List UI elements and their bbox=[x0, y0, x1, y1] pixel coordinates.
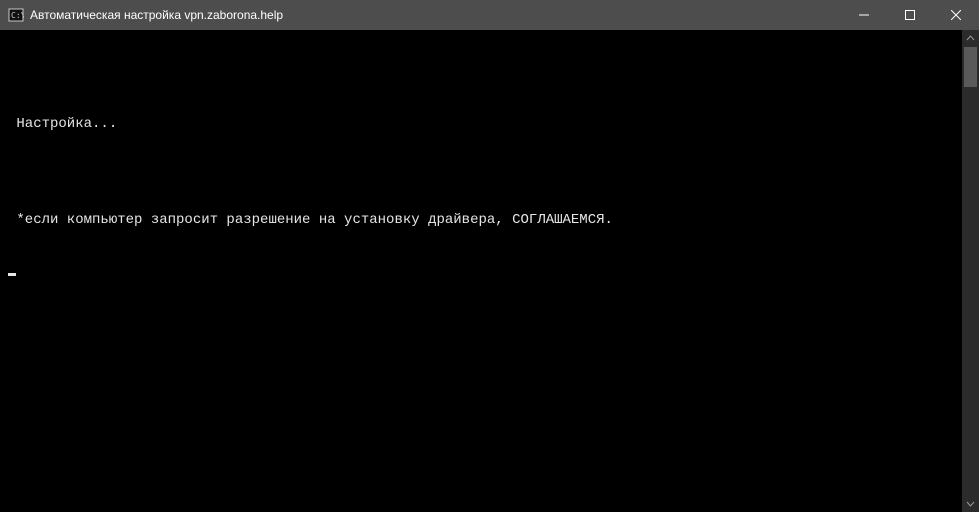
console-line bbox=[8, 68, 962, 84]
window-controls bbox=[841, 0, 979, 30]
console-line: *если компьютер запросит разрешение на у… bbox=[8, 212, 962, 228]
console-line bbox=[8, 260, 962, 276]
text-cursor bbox=[8, 273, 16, 276]
console-line: Настройка... bbox=[8, 116, 962, 132]
command-prompt-window: C:\ Автоматическая настройка vpn.zaboron… bbox=[0, 0, 979, 512]
window-title: Автоматическая настройка vpn.zaborona.he… bbox=[30, 8, 283, 22]
maximize-button[interactable] bbox=[887, 0, 933, 30]
client-area: Настройка... *если компьютер запросит ра… bbox=[0, 30, 979, 512]
scroll-up-button[interactable] bbox=[962, 30, 979, 47]
console-line bbox=[8, 164, 962, 180]
close-button[interactable] bbox=[933, 0, 979, 30]
scroll-down-button[interactable] bbox=[962, 495, 979, 512]
svg-text:C:\: C:\ bbox=[11, 11, 24, 20]
titlebar[interactable]: C:\ Автоматическая настройка vpn.zaboron… bbox=[0, 0, 979, 30]
minimize-button[interactable] bbox=[841, 0, 887, 30]
scroll-thumb[interactable] bbox=[964, 47, 977, 87]
cmd-icon: C:\ bbox=[8, 7, 24, 23]
vertical-scrollbar[interactable] bbox=[962, 30, 979, 512]
console-output[interactable]: Настройка... *если компьютер запросит ра… bbox=[0, 30, 962, 512]
